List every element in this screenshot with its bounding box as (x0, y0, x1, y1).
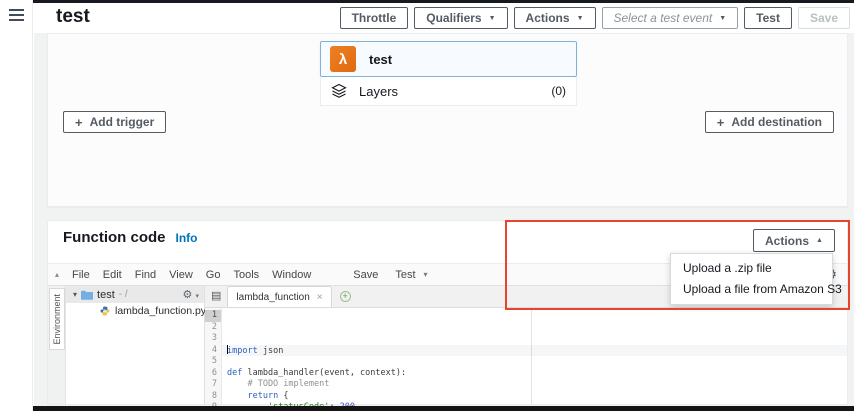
code-line-5: return { (222, 391, 847, 403)
environment-strip: Environment (48, 286, 66, 404)
menu-view[interactable]: View (169, 269, 193, 281)
editor-save-menu[interactable]: Save (353, 269, 378, 281)
line-number: 1 (205, 310, 221, 322)
line-number: 7 (205, 379, 221, 391)
file-tree: ▾ test - / ⚙ ▾ lambda_functio (66, 286, 205, 404)
menu-find[interactable]: Find (135, 269, 156, 281)
left-nav-rail (0, 0, 33, 411)
function-card[interactable]: λ test (320, 41, 577, 77)
editor-menus: File Edit Find View Go Tools Window (59, 269, 311, 281)
info-link[interactable]: Info (176, 231, 198, 245)
line-number: 2 (205, 322, 221, 334)
environment-tab[interactable]: Environment (49, 288, 65, 350)
caret-down-icon: ▼ (577, 15, 584, 22)
caret-down-icon[interactable]: ▾ (424, 270, 428, 279)
top-window-edge (33, 0, 854, 3)
lambda-icon: λ (330, 46, 356, 72)
tab-list-icon[interactable]: ▤ (211, 291, 221, 302)
test-event-select[interactable]: Select a test event▼ (602, 7, 739, 29)
editor-tab[interactable]: lambda_function × (227, 286, 331, 307)
chevron-down-icon: ▾ (73, 290, 77, 299)
line-number: 3 (205, 333, 221, 345)
layers-row[interactable]: Layers (0) (320, 77, 577, 106)
tree-folder-row[interactable]: ▾ test - / ⚙ ▾ (66, 286, 204, 303)
hamburger-menu-icon[interactable] (9, 9, 24, 21)
code-text[interactable]: import json def lambda_handler(event, con… (222, 308, 847, 404)
tree-settings-gear-icon[interactable]: ⚙ ▾ (183, 288, 199, 301)
editor-tab-label: lambda_function (236, 292, 309, 303)
qualifiers-button[interactable]: Qualifiers▼ (414, 7, 507, 29)
line-number: 5 (205, 356, 221, 368)
actions-menu-item-0[interactable]: Upload a .zip file (671, 258, 832, 279)
function-code-header: Function code Info (63, 229, 198, 246)
line-number: 6 (205, 368, 221, 380)
menu-tools[interactable]: Tools (233, 269, 259, 281)
line-number-gutter: 123456789 (205, 308, 222, 404)
add-tab-icon[interactable]: + (340, 291, 351, 302)
caret-up-icon: ▲ (816, 237, 823, 244)
tree-folder-name: test (97, 289, 115, 301)
function-code-panel: Function code Info ▴ FileEditFindViewGoT… (47, 220, 848, 405)
code-area-wrap: 123456789 import json def lambda_handler(… (205, 308, 847, 404)
layers-icon (331, 83, 347, 99)
menu-go[interactable]: Go (206, 269, 221, 281)
caret-down-icon: ▼ (489, 15, 496, 22)
actions-menu-item-1[interactable]: Upload a file from Amazon S3 (671, 279, 832, 300)
line-number: 8 (205, 391, 221, 403)
function-code-actions-button[interactable]: Actions ▲ (753, 229, 835, 252)
plus-icon: + (717, 115, 725, 130)
menu-edit[interactable]: Edit (103, 269, 122, 281)
layers-count: (0) (551, 84, 566, 98)
page-title: test (56, 6, 90, 28)
caret-down-icon: ▼ (719, 15, 726, 22)
menu-window[interactable]: Window (272, 269, 311, 281)
test-button[interactable]: Test (744, 7, 792, 29)
lambda-console: test Throttle Qualifiers▼ Actions▼ Selec… (0, 0, 854, 411)
save-button[interactable]: Save (798, 7, 850, 29)
close-icon[interactable]: × (317, 292, 323, 303)
python-file-icon (100, 306, 110, 316)
add-destination-button[interactable]: +Add destination (705, 111, 834, 133)
add-trigger-button[interactable]: +Add trigger (63, 111, 166, 133)
actions-dropdown-menu: Upload a .zip fileUpload a file from Ama… (670, 253, 833, 305)
folder-icon (81, 290, 93, 300)
bottom-window-edge (33, 406, 854, 411)
menu-file[interactable]: File (72, 269, 90, 281)
designer-panel: λ test Layers (0) +Add trigger +Add dest… (47, 33, 848, 207)
actions-button-header[interactable]: Actions▼ (514, 7, 596, 29)
tree-file-name: lambda_function.py (115, 305, 206, 317)
code-line-4: # TODO implement (222, 379, 847, 391)
tree-file-row[interactable]: lambda_function.py (66, 303, 204, 319)
header-actions: Throttle Qualifiers▼ Actions▼ Select a t… (340, 7, 850, 29)
function-name: test (369, 52, 392, 67)
tree-folder-path: - / (119, 289, 128, 300)
function-code-title: Function code (63, 229, 166, 246)
plus-icon: + (75, 115, 83, 130)
code-line-2 (222, 356, 847, 368)
code-line-1: import json (222, 345, 847, 357)
line-number: 4 (205, 345, 221, 357)
code-line-3: def lambda_handler(event, context): (222, 368, 847, 380)
editor-test-menu[interactable]: Test (395, 269, 415, 281)
throttle-button[interactable]: Throttle (340, 7, 409, 29)
layers-label: Layers (359, 84, 398, 99)
